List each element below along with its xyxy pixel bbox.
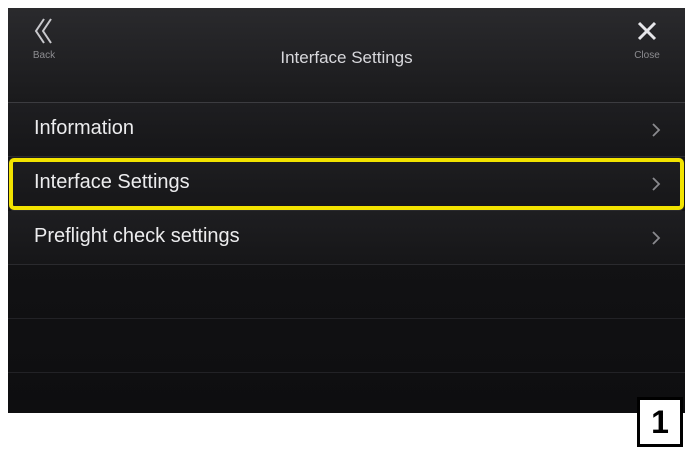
close-label: Close (634, 50, 660, 61)
menu-item-label: Interface Settings (34, 171, 190, 193)
page-title: Interface Settings (280, 48, 413, 67)
step-number-badge: 1 (637, 397, 683, 447)
empty-list-row (8, 265, 685, 319)
menu-item-preflight-check-settings[interactable]: Preflight check settings (8, 211, 685, 265)
empty-list-row (8, 319, 685, 373)
menu-item-information[interactable]: Information (8, 103, 685, 157)
chevron-right-icon (652, 177, 661, 191)
device-screen: Back Interface Settings Close Informatio… (8, 8, 685, 413)
menu-item-label: Information (34, 117, 135, 139)
close-button[interactable]: Close (617, 16, 677, 92)
double-chevron-left-icon (34, 18, 52, 44)
menu-item-label: Preflight check settings (34, 225, 240, 247)
chevron-right-icon (652, 231, 661, 245)
settings-menu: Information Interface Settings Preflight… (8, 103, 685, 373)
chevron-right-icon (652, 123, 661, 137)
close-icon (637, 21, 657, 41)
header-bar: Back Interface Settings Close (8, 8, 685, 103)
menu-item-interface-settings[interactable]: Interface Settings (8, 157, 685, 211)
